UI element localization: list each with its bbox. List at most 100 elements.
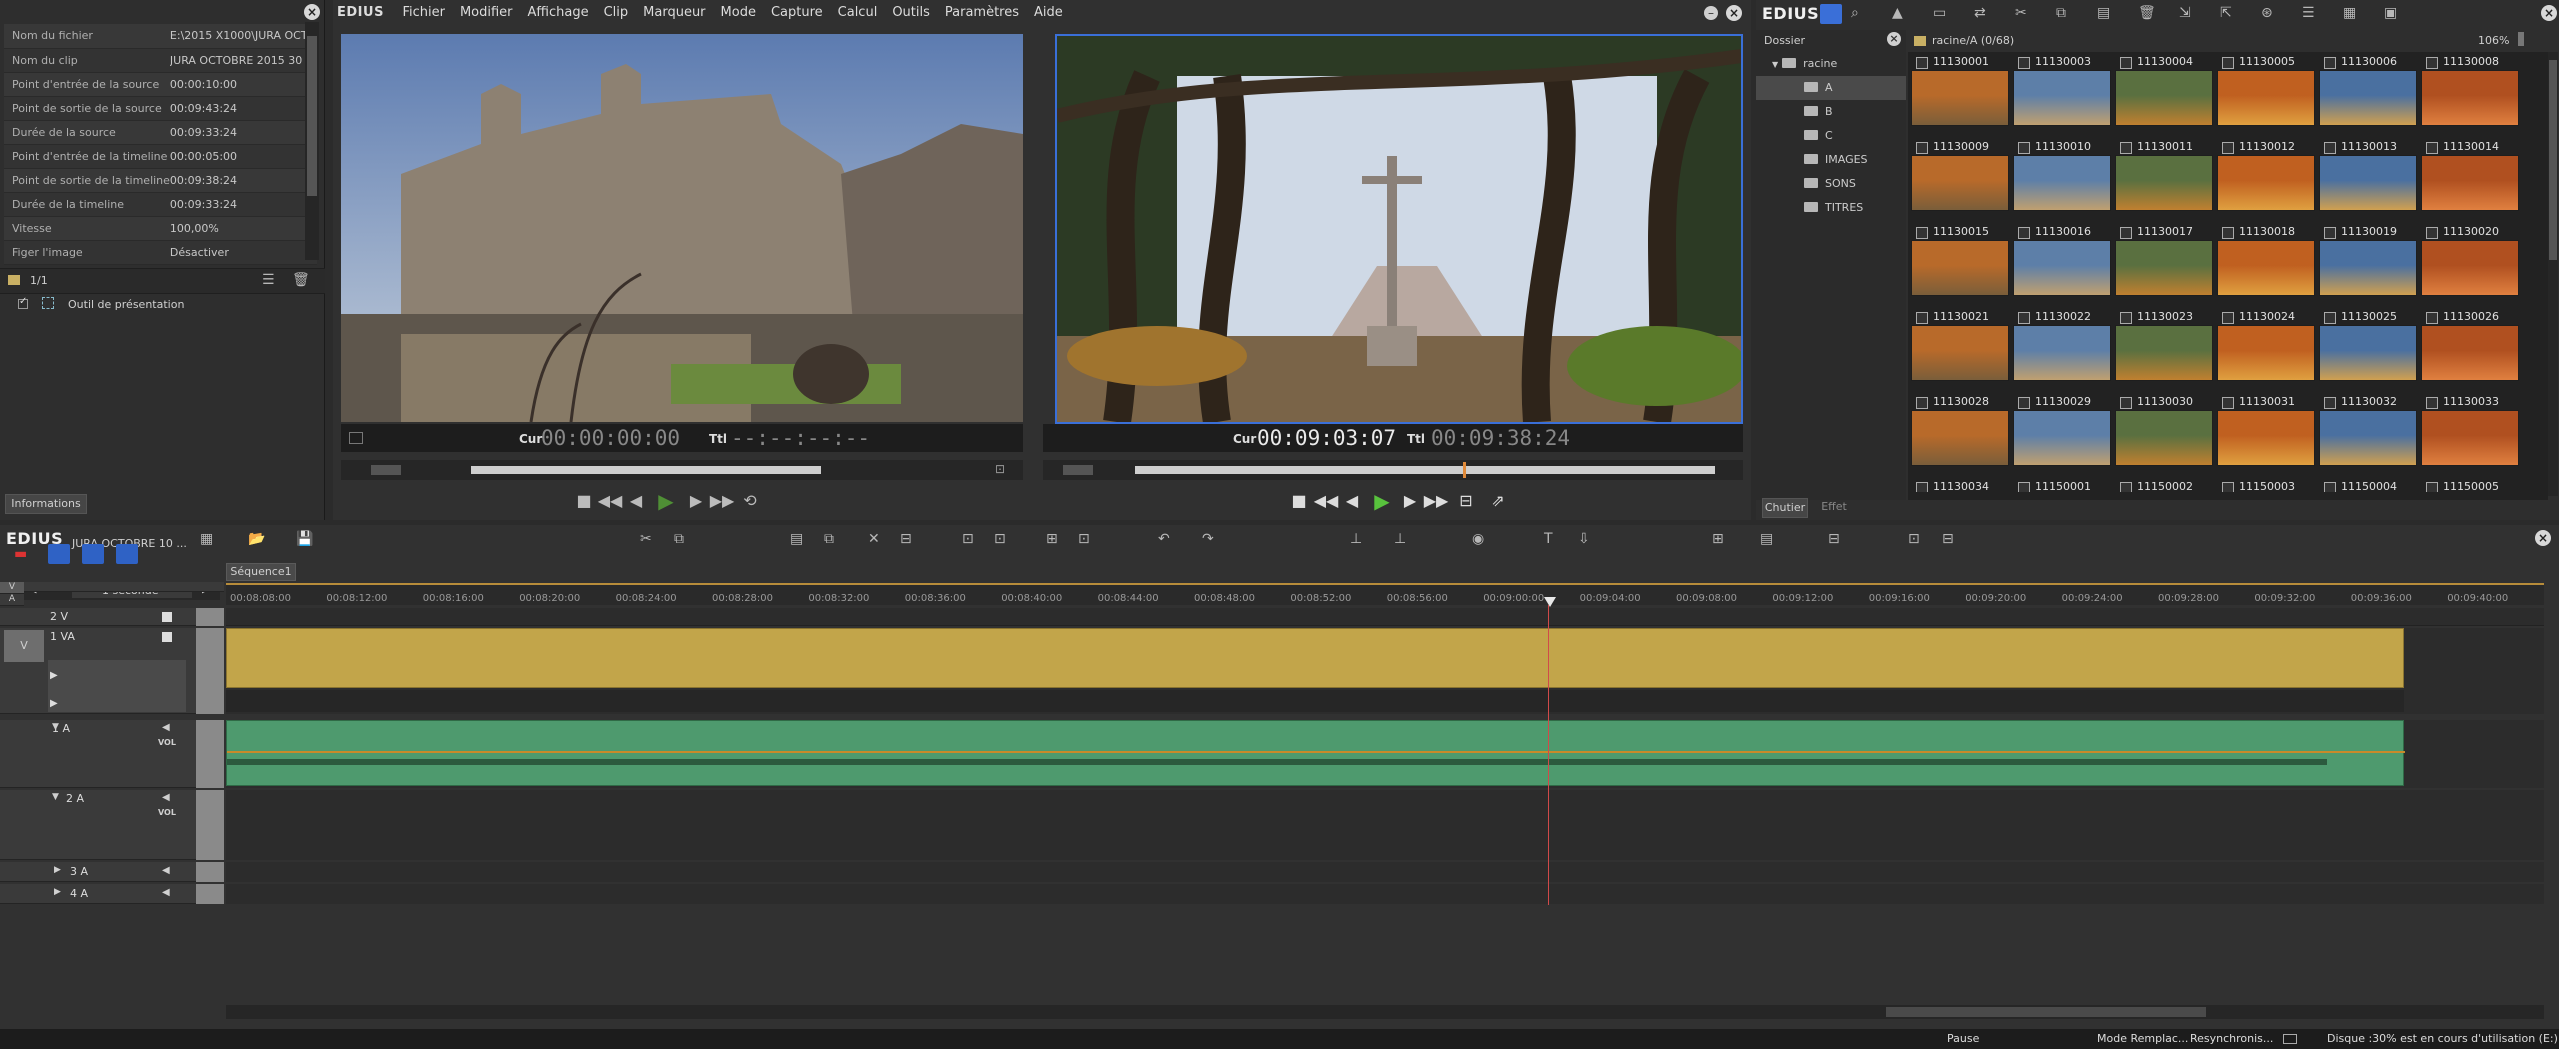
paste-mode-icon[interactable]: ⧉ (824, 531, 834, 547)
set-out-icon[interactable]: ⊡ (994, 531, 1006, 547)
effect-item-label[interactable]: Outil de présentation (68, 298, 184, 311)
clip-thumbnail[interactable]: 11150001 (2013, 479, 2111, 492)
track-2a[interactable]: 2 A ▼ ◀ VOL (0, 790, 224, 860)
render-icon[interactable]: ⊞ (1712, 531, 1724, 547)
clip-thumbnail[interactable]: 11150003 (2217, 479, 2315, 492)
clip-thumbnail[interactable]: 11130034 (1911, 479, 2009, 492)
up-icon[interactable]: ▲ (1892, 5, 1903, 21)
menu-item[interactable]: Modifier (460, 5, 513, 20)
clip-thumbnail[interactable]: 11130019 (2319, 224, 2417, 304)
close-icon[interactable]: × (2541, 5, 2557, 21)
track-expand-icon[interactable] (196, 628, 224, 714)
volume-rubberband[interactable] (227, 751, 2405, 753)
clip-thumbnail[interactable]: 11130021 (1911, 309, 2009, 389)
tab-informations[interactable]: Informations (5, 494, 87, 514)
close-tree-icon[interactable]: × (1887, 32, 1901, 46)
player-position-slider[interactable] (471, 466, 821, 474)
video-clip-audio-part[interactable] (226, 690, 2404, 712)
screen-icon[interactable] (2283, 1034, 2297, 1044)
clip-thumbnail[interactable]: 11130004 (2115, 54, 2213, 134)
open-icon[interactable]: 📂 (248, 531, 265, 547)
redo-icon[interactable]: ↷ (1202, 531, 1214, 547)
save-icon[interactable]: 💾 (296, 531, 313, 547)
clip-thumbnail[interactable]: 11130025 (2319, 309, 2417, 389)
sync-icon[interactable]: ⇄ (1974, 5, 1986, 21)
track-visibility-icon[interactable] (162, 612, 172, 622)
clip-thumbnail[interactable]: 11130026 (2421, 309, 2519, 389)
effect-checkbox[interactable]: ✓ (18, 296, 28, 309)
bin-menu-icon[interactable]: ▣ (2384, 5, 2397, 21)
track-2v[interactable]: 2 V (0, 608, 224, 626)
group-icon[interactable]: ⊡ (1078, 531, 1090, 547)
clip-thumbnail[interactable]: 11130003 (2013, 54, 2111, 134)
search-icon[interactable]: ⌕ (1851, 5, 1859, 21)
clip-thumbnail[interactable]: 11130020 (2421, 224, 2519, 304)
track-expand-icon[interactable] (196, 790, 224, 860)
tree-item[interactable]: B (1756, 100, 1906, 124)
expand-icon[interactable]: ▶ (50, 698, 58, 709)
tab-chutier[interactable]: Chutier (1762, 498, 1808, 518)
clip-mode-icon[interactable]: ▦ (200, 531, 213, 547)
track-1va[interactable]: V 1 VA ▶ ▶ (0, 628, 224, 714)
recorder-position-slider[interactable] (1135, 466, 1715, 474)
play-icon[interactable]: ▶ (1369, 490, 1395, 512)
menu-item[interactable]: Capture (771, 5, 823, 20)
menu-item[interactable]: Paramètres (945, 5, 1019, 20)
zoom-slider[interactable] (2518, 32, 2524, 46)
expand-icon[interactable]: ▶ (54, 887, 61, 897)
track-4a[interactable]: 4 A ▶ ◀ (0, 884, 224, 904)
player-scrub-bar[interactable]: ⊡ (341, 460, 1023, 480)
paste-icon[interactable]: ▤ (790, 531, 803, 547)
player-mode-icon[interactable] (349, 432, 363, 444)
export-icon[interactable]: ⇗ (1485, 490, 1511, 512)
menu-item[interactable]: Outils (892, 5, 930, 20)
close-icon[interactable]: × (1726, 5, 1742, 21)
track-icon[interactable]: ⊥ (1394, 531, 1406, 547)
clip-thumbnail[interactable]: 11130022 (2013, 309, 2111, 389)
v-header[interactable]: V (0, 582, 24, 594)
lane-4a[interactable] (226, 884, 2544, 904)
clip-thumbnail[interactable]: 11130008 (2421, 54, 2519, 134)
clip-thumbnail[interactable]: 11130001 (1911, 54, 2009, 134)
tab-effet[interactable]: Effet (1814, 498, 1854, 518)
lane-2a[interactable] (226, 790, 2544, 860)
marker-icon[interactable]: ⊥ (1350, 531, 1362, 547)
menu-item[interactable]: Calcul (838, 5, 878, 20)
recorder-playhead[interactable] (1463, 462, 1466, 478)
settings-icon[interactable]: ⊡ (1908, 531, 1920, 547)
lane-2v[interactable] (226, 608, 2544, 626)
collapse-icon[interactable]: ▼ (1772, 60, 1778, 69)
clip-thumbnail[interactable]: 11150005 (2421, 479, 2519, 492)
track-expand-icon[interactable] (196, 884, 224, 904)
clip-thumbnail[interactable]: 11150002 (2115, 479, 2213, 492)
clip-thumbnail[interactable]: 11130031 (2217, 394, 2315, 474)
clip-thumbnail[interactable]: 11130032 (2319, 394, 2417, 474)
loop-icon[interactable]: ⟲ (737, 490, 763, 512)
audio-clip[interactable] (226, 720, 2405, 786)
track-visibility-icon[interactable] (162, 632, 172, 642)
set-in-icon[interactable]: ⊡ (962, 531, 974, 547)
step-forward-icon[interactable]: ▶ (683, 490, 709, 512)
tree-item[interactable]: A (1756, 76, 1906, 100)
clip-thumbnail[interactable]: 11130005 (2217, 54, 2315, 134)
ripple-mode-icon[interactable] (116, 544, 138, 564)
play-icon[interactable]: ▶ (653, 490, 679, 512)
clip-thumbnail[interactable]: 11130016 (2013, 224, 2111, 304)
new-folder-icon[interactable]: ▭ (1933, 5, 1946, 21)
step-back-icon[interactable]: ◀ (623, 490, 649, 512)
insert-mode-icon[interactable] (48, 544, 70, 564)
delete-icon[interactable]: 🗑 (292, 272, 310, 288)
close-icon[interactable]: × (2535, 530, 2551, 546)
stop-icon[interactable]: ■ (1286, 490, 1312, 512)
clip-thumbnail[interactable]: 11130013 (2319, 139, 2417, 219)
menu-item[interactable]: Marqueur (643, 5, 705, 20)
menu-item[interactable]: Aide (1034, 5, 1063, 20)
clip-thumbnail[interactable]: 11130024 (2217, 309, 2315, 389)
stop-icon[interactable]: ■ (571, 490, 597, 512)
track-3a[interactable]: 3 A ▶ ◀ (0, 862, 224, 882)
lane-3a[interactable] (226, 862, 2544, 882)
speaker-icon[interactable]: ◀ (162, 722, 170, 733)
player-shuttle-slider[interactable] (371, 465, 401, 475)
step-back-icon[interactable]: ◀ (1339, 490, 1365, 512)
fast-forward-icon[interactable]: ▶▶ (709, 490, 735, 512)
